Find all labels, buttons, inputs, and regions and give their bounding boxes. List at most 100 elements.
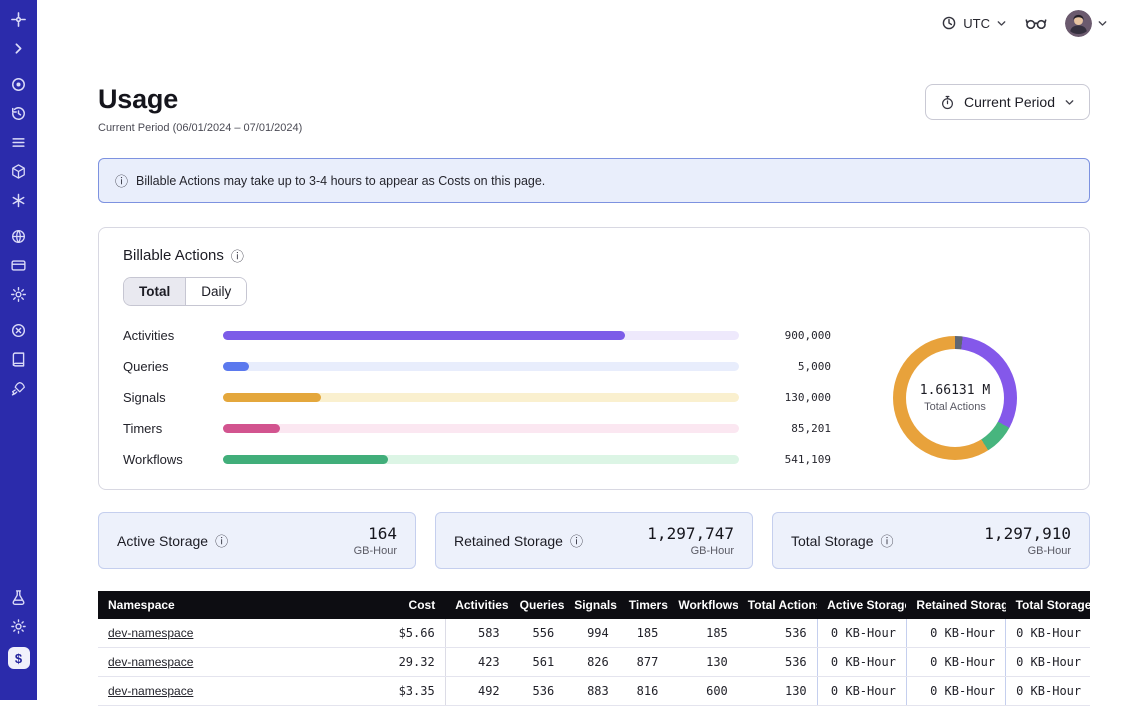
namespace-link[interactable]: dev-namespace (108, 626, 193, 640)
table-cell: 185 (619, 619, 669, 648)
theme-icon[interactable] (10, 618, 27, 635)
globe-icon[interactable] (10, 228, 27, 245)
column-header: Workflows (668, 591, 737, 619)
namespace-link[interactable]: dev-namespace (108, 684, 193, 698)
tab-daily[interactable]: Daily (186, 278, 246, 305)
stat-unit: GB-Hour (984, 545, 1071, 557)
table-cell: 0 KB-Hour (817, 677, 906, 706)
main-area: UTC Usage Current Period (06/01/2024 – 0… (37, 0, 1126, 706)
table-cell: 600 (668, 677, 737, 706)
usage-bar-track (223, 331, 739, 340)
period-select-button[interactable]: Current Period (925, 84, 1090, 120)
support-icon[interactable] (10, 322, 27, 339)
feedback-icon[interactable] (10, 380, 27, 397)
usage-bar-fill (223, 424, 280, 433)
stat-unit: GB-Hour (647, 545, 734, 557)
user-menu[interactable] (1065, 10, 1108, 37)
lab-flask-icon[interactable] (10, 589, 27, 606)
billable-body: Activities900,000Queries5,000Signals130,… (123, 328, 1065, 467)
table-cell: dev-namespace (98, 648, 376, 677)
table-row: dev-namespace29.324235618268771305360 KB… (98, 648, 1090, 677)
usage-bar-value: 900,000 (751, 329, 831, 342)
table-cell: 883 (564, 677, 619, 706)
info-banner: ⓘ Billable Actions may take up to 3-4 ho… (98, 158, 1090, 203)
table-cell: 0 KB-Hour (906, 648, 1005, 677)
schedules-icon[interactable] (10, 192, 27, 209)
billable-tabs: Total Daily (123, 277, 247, 306)
donut-total-label: Total Actions (924, 401, 986, 413)
collapse-sidebar-icon[interactable] (10, 40, 27, 57)
usage-bar-track (223, 424, 739, 433)
column-header: Retained Storage (906, 591, 1005, 619)
usage-bars: Activities900,000Queries5,000Signals130,… (123, 328, 831, 467)
settings-icon[interactable] (10, 286, 27, 303)
column-header: Active Storage (817, 591, 906, 619)
timezone-selector[interactable]: UTC (941, 15, 1007, 31)
namespace-table-wrap: NamespaceCostActivitiesQueriesSignalsTim… (98, 591, 1090, 706)
usage-bar-row: Signals130,000 (123, 390, 831, 405)
info-icon: ⓘ (115, 171, 128, 190)
stat-card: Active Storageⓘ164GB-Hour (98, 512, 416, 569)
usage-bar-track (223, 393, 739, 402)
usage-bar-value: 130,000 (751, 391, 831, 404)
docs-icon[interactable] (10, 351, 27, 368)
namespaces-icon[interactable] (10, 76, 27, 93)
donut-wrap: 1.66131 M Total Actions (893, 336, 1017, 460)
table-cell: 0 KB-Hour (817, 619, 906, 648)
table-cell: 826 (564, 648, 619, 677)
table-row: dev-namespace$3.354925368838166001300 KB… (98, 677, 1090, 706)
billing-icon[interactable] (10, 257, 27, 274)
column-header: Total Storage (1006, 591, 1090, 619)
namespace-table: NamespaceCostActivitiesQueriesSignalsTim… (98, 591, 1090, 706)
billable-actions-title: Billable Actions (123, 247, 224, 264)
topbar: UTC (37, 0, 1126, 46)
table-cell: 994 (564, 619, 619, 648)
deployments-icon[interactable] (10, 163, 27, 180)
stat-value-group: 1,297,747 GB-Hour (647, 524, 734, 557)
table-cell: 423 (445, 648, 509, 677)
column-header: Total Actions (738, 591, 817, 619)
table-cell: 536 (738, 619, 817, 648)
table-cell: 536 (738, 648, 817, 677)
usage-bar-fill (223, 331, 625, 340)
chevron-down-icon (996, 18, 1007, 29)
stat-unit: GB-Hour (354, 545, 397, 557)
history-icon[interactable] (10, 105, 27, 122)
info-icon[interactable]: ⓘ (231, 246, 244, 265)
billable-actions-card: Billable Actions ⓘ Total Daily Activitie… (98, 227, 1090, 490)
stat-value: 1,297,747 (647, 524, 734, 543)
table-cell: 561 (510, 648, 565, 677)
billable-actions-title-row: Billable Actions ⓘ (123, 246, 1065, 265)
usage-dollar-icon[interactable]: $ (8, 647, 30, 669)
table-cell: 0 KB-Hour (1006, 677, 1090, 706)
column-header: Namespace (98, 591, 376, 619)
table-cell: 0 KB-Hour (1006, 619, 1090, 648)
table-cell: 0 KB-Hour (817, 648, 906, 677)
info-icon[interactable]: ⓘ (881, 531, 894, 550)
usage-bar-label: Activities (123, 328, 211, 343)
timezone-label: UTC (963, 16, 990, 31)
stat-label-text: Active Storage (117, 533, 208, 549)
usage-bar-track (223, 455, 739, 464)
queues-icon[interactable] (10, 134, 27, 151)
period-select-label: Current Period (964, 94, 1055, 110)
namespace-link[interactable]: dev-namespace (108, 655, 193, 669)
chevron-down-icon (1064, 97, 1075, 108)
column-header: Queries (510, 591, 565, 619)
usage-bar-row: Timers85,201 (123, 421, 831, 436)
table-cell: 29.32 (376, 648, 445, 677)
sidebar-group (10, 322, 27, 397)
tab-total[interactable]: Total (124, 278, 186, 305)
app-logo-icon[interactable] (10, 11, 27, 28)
stat-label-text: Retained Storage (454, 533, 563, 549)
usage-bar-row: Activities 900,000 (123, 328, 831, 343)
info-icon[interactable]: ⓘ (570, 531, 583, 550)
info-icon[interactable]: ⓘ (215, 531, 228, 550)
table-cell: 536 (510, 677, 565, 706)
column-header: Signals (564, 591, 619, 619)
chevron-down-icon (1097, 18, 1108, 29)
usage-bar-value: 541,109 (751, 453, 831, 466)
stat-value: 1,297,910 (984, 524, 1071, 543)
goggles-icon[interactable] (1025, 16, 1047, 31)
table-cell: 0 KB-Hour (1006, 648, 1090, 677)
